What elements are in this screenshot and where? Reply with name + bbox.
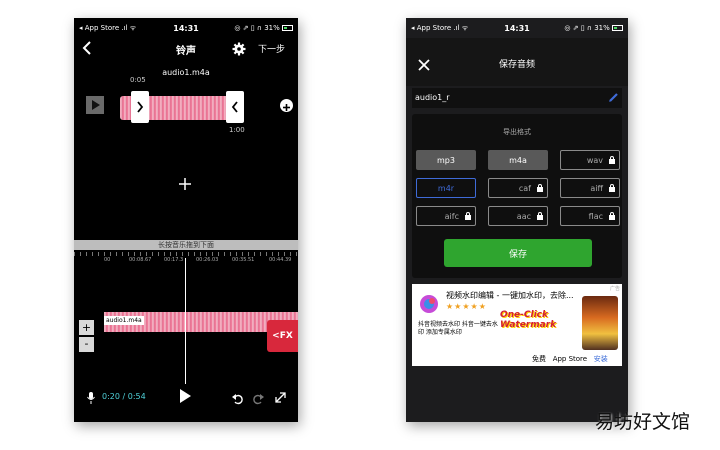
undo-button[interactable] [232, 390, 244, 405]
time-readout: 0:20 / 0:54 [102, 392, 146, 401]
ad-store-label: App Store [552, 355, 588, 363]
timeline-ruler: 00 00:08.67 00:17.3 00:26.03 00:35.51 00… [74, 252, 298, 270]
format-aiff[interactable]: aiff [560, 178, 620, 198]
ad-description: 抖音视频去水印 抖音一键去水印 添加专属水印 [418, 321, 498, 336]
clip-end-time: 1:00 [229, 126, 245, 134]
format-m4r[interactable]: m4r [416, 178, 476, 198]
chevron-left-icon [231, 101, 238, 113]
lock-icon [609, 183, 615, 192]
chevron-right-icon [137, 101, 144, 113]
battery-icon [612, 25, 623, 31]
drag-hint-text: 长按音乐拖到下面 [158, 241, 214, 249]
ruler-tick-label: 00:08.67 [129, 257, 152, 263]
format-aac[interactable]: aac [488, 206, 548, 226]
site-watermark: 易坊好文馆 [594, 411, 690, 433]
pencil-icon [609, 93, 618, 102]
lock-icon [609, 211, 615, 220]
format-mp3[interactable]: mp3 [416, 150, 476, 170]
settings-button[interactable] [232, 41, 246, 56]
undo-icon [232, 394, 243, 405]
lock-icon [537, 211, 543, 220]
ruler-tick-label: 00:26.03 [196, 257, 219, 263]
filename-value: audio1_r [415, 93, 450, 102]
ruler-tick-label: 00:17.3 [164, 257, 184, 263]
status-bar: ◂ App Store .ıl ᯤ 14:31 ◎ ⇗ ▯ ∩ 31% [74, 18, 298, 38]
play-icon [180, 389, 191, 403]
plus-icon [179, 178, 191, 190]
microphone-icon [87, 392, 95, 404]
save-button[interactable]: 保存 [444, 239, 592, 267]
clip-start-handle[interactable] [131, 91, 149, 123]
play-preview-button[interactable] [86, 96, 104, 114]
zoom-in-button[interactable]: + [79, 320, 94, 335]
ruler-tick-label: 00:35.51 [232, 257, 255, 263]
ad-install-button[interactable]: 安装 [594, 355, 608, 363]
minus-icon: - [84, 337, 89, 350]
lock-icon [537, 183, 543, 192]
ad-banner[interactable]: 广告 视频水印编辑 - 一键加水印，去除... ★★★★★ 抖音视频去水印 抖音… [412, 284, 622, 366]
clip-start-time: 0:05 [130, 76, 146, 84]
export-format-title: 导出格式 [503, 128, 531, 136]
zoom-out-button[interactable]: - [79, 337, 94, 352]
expand-icon [275, 392, 286, 403]
fullscreen-button[interactable] [274, 389, 287, 403]
next-step-button[interactable]: 下一步 [258, 42, 285, 55]
play-icon [92, 100, 100, 110]
filename-field[interactable]: audio1_r [412, 88, 622, 108]
ringtone-editor-screen: ◂ App Store .ıl ᯤ 14:31 ◎ ⇗ ▯ ∩ 31% 铃声 下… [74, 18, 298, 422]
clip-end-handle[interactable] [226, 91, 244, 123]
drag-hint-bar: 长按音乐拖到下面 [74, 240, 298, 250]
track-label: audio1.m4a [104, 316, 144, 325]
ad-screenshot [582, 296, 618, 350]
format-m4a[interactable]: m4a [488, 150, 548, 170]
ruler-tick-label: 00 [104, 257, 111, 263]
ad-brand-logo: One-Click Watermark [500, 310, 557, 330]
audio-filename: audio1.m4a [162, 68, 210, 77]
fx-button[interactable]: <FX [267, 320, 298, 352]
format-caf[interactable]: caf [488, 178, 548, 198]
format-flac[interactable]: flac [560, 206, 620, 226]
battery-icon [282, 25, 293, 31]
redo-icon [253, 394, 264, 405]
playhead[interactable] [185, 258, 186, 384]
status-indicators: ◎ ⇗ ▯ ∩ 31% [234, 24, 293, 32]
format-aifc[interactable]: aifc [416, 206, 476, 226]
record-button[interactable] [86, 390, 96, 404]
gear-icon [232, 42, 246, 56]
ruler-tick-label: 00:44.39 [269, 257, 292, 263]
add-audio-button[interactable] [178, 176, 192, 190]
ad-footer: 免费 App Store 安装 [532, 354, 608, 364]
format-wav[interactable]: wav [560, 150, 620, 170]
play-button[interactable] [178, 388, 192, 404]
ad-free-label: 免费 [532, 355, 546, 363]
redo-button[interactable] [252, 390, 264, 405]
add-clip-button[interactable] [280, 99, 293, 112]
lock-icon [465, 211, 471, 220]
status-bar: ◂ App Store .ıl ᯤ 14:31 ◎ ⇗ ▯ ∩ 31% [406, 18, 628, 38]
page-title: 保存音频 [498, 60, 535, 70]
status-indicators: ◎ ⇗ ▯ ∩ 31% [564, 24, 623, 32]
app-logo-icon [420, 295, 438, 313]
lock-icon [609, 155, 615, 164]
save-audio-screen: ◂ App Store .ıl ᯤ 14:31 ◎ ⇗ ▯ ∩ 31% 保存音频… [406, 18, 628, 422]
plus-icon [283, 104, 290, 111]
plus-icon: + [81, 321, 92, 334]
ad-stars: ★★★★★ [446, 302, 487, 311]
